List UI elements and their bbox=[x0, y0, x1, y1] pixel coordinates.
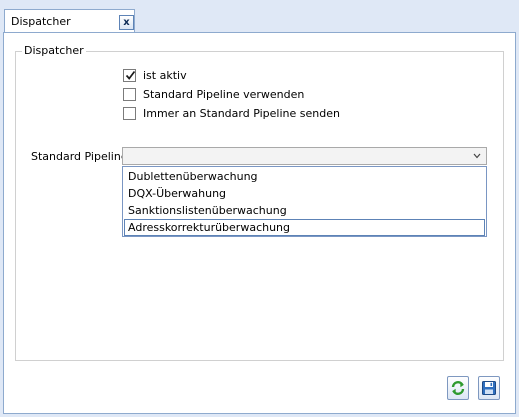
dispatcher-groupbox: Dispatcher ist aktiv Standard Pipeline v… bbox=[15, 44, 504, 361]
standard-pipeline-dropdown: Dublettenüberwachung DQX-Überwahung Sank… bbox=[122, 166, 487, 237]
save-icon bbox=[482, 381, 496, 395]
tab-bar: Dispatcher x bbox=[0, 0, 519, 33]
checkbox-label: Standard Pipeline verwenden bbox=[143, 88, 305, 101]
standard-pipeline-label: Standard Pipeline bbox=[31, 150, 128, 163]
checkbox-label: Immer an Standard Pipeline senden bbox=[143, 107, 340, 120]
option-dublettenueberwachung[interactable]: Dublettenüberwachung bbox=[124, 168, 485, 185]
checkmark-icon bbox=[125, 70, 136, 80]
checkbox-box[interactable] bbox=[123, 69, 136, 82]
checkbox-label: ist aktiv bbox=[143, 69, 187, 82]
refresh-button[interactable] bbox=[447, 376, 469, 400]
option-sanktionslistenueberwachung[interactable]: Sanktionslistenüberwachung bbox=[124, 202, 485, 219]
checkbox-box[interactable] bbox=[123, 107, 136, 120]
tab-dispatcher[interactable]: Dispatcher x bbox=[4, 9, 135, 33]
save-button[interactable] bbox=[478, 376, 500, 400]
standard-pipeline-select[interactable] bbox=[122, 147, 487, 165]
groupbox-legend: Dispatcher bbox=[22, 44, 86, 58]
chevron-down-icon bbox=[473, 153, 481, 159]
refresh-icon bbox=[451, 381, 465, 395]
dispatcher-panel: Dispatcher ist aktiv Standard Pipeline v… bbox=[3, 32, 516, 414]
tab-close-button[interactable]: x bbox=[119, 15, 134, 30]
tab-title: Dispatcher bbox=[11, 15, 71, 28]
checkbox-box[interactable] bbox=[123, 88, 136, 101]
option-adresskorrekturueberwachung[interactable]: Adresskorrekturüberwachung bbox=[124, 219, 485, 236]
option-dqx-ueberwahung[interactable]: DQX-Überwahung bbox=[124, 185, 485, 202]
